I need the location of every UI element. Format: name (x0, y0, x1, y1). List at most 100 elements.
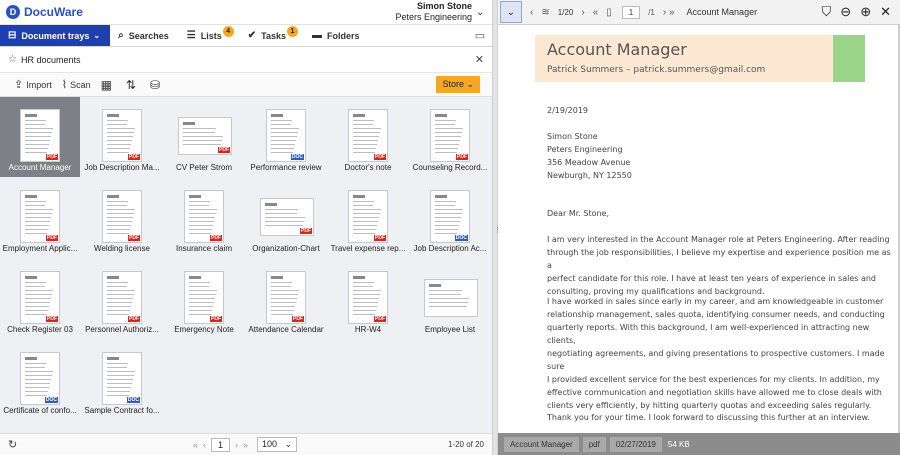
tab-label: Tasks (261, 31, 286, 41)
document-thumbnail[interactable]: DOCCertificate of confo... (0, 340, 80, 420)
document-thumbnail[interactable]: Employee List (410, 259, 490, 339)
preview-line (183, 132, 215, 133)
close-icon[interactable]: ✕ (880, 4, 891, 20)
store-button[interactable]: Store ⌄ (436, 76, 480, 93)
document-label: Insurance claim (164, 244, 244, 253)
preview-line (189, 286, 209, 287)
page-input[interactable]: 1 (622, 6, 640, 19)
page-size-select[interactable]: 100 ⌄ (257, 437, 297, 452)
scan-button[interactable]: ⌇ Scan (62, 78, 91, 91)
document-thumbnail[interactable]: PDFAttendance Calendar (246, 259, 326, 339)
tab-lists[interactable]: ☰Lists4 (179, 25, 232, 46)
zoom-in-icon[interactable]: ⊕ (860, 4, 871, 20)
document-thumbnail[interactable]: DOCSample Contract fo... (82, 340, 162, 420)
document-thumbnail[interactable]: PDFTravel expense rep... (328, 178, 408, 258)
preview-line (271, 314, 293, 315)
document-thumbnail[interactable]: PDFOrganization-Chart (246, 178, 326, 258)
page-number-input[interactable]: 1 (211, 438, 230, 452)
tab-tasks[interactable]: ✔Tasks1 (240, 25, 296, 46)
stamp-icon[interactable]: ⛉ (822, 4, 832, 20)
preview-line (271, 140, 296, 141)
document-thumbnail[interactable]: PDFCheck Register 03 (0, 259, 80, 339)
page-icon[interactable]: ▯ (606, 7, 612, 18)
preview-line (271, 152, 293, 153)
prev-page-icon[interactable]: ‹ (203, 440, 206, 450)
preview-line (353, 152, 375, 153)
document-thumbnail[interactable]: PDFEmergency Note (164, 259, 244, 339)
page-size-value: 100 (262, 439, 277, 449)
grid-view-icon[interactable]: ▦ (101, 78, 112, 92)
pdf-badge: PDF (46, 154, 58, 160)
preview-line (353, 132, 380, 133)
preview-line (435, 140, 460, 141)
pdf-badge: PDF (218, 147, 230, 153)
meta-type[interactable]: pdf (583, 437, 606, 452)
next-page-icon[interactable]: › (235, 440, 238, 450)
preview-heading (107, 276, 119, 279)
refresh-icon[interactable]: ↻ (8, 438, 17, 451)
document-thumbnail[interactable]: PDFJob Description Ma... (82, 97, 162, 177)
first-page-icon[interactable]: « (193, 440, 198, 450)
next-document-icon[interactable]: › (581, 7, 584, 18)
preview-line (25, 144, 49, 145)
document-thumbnail[interactable]: PDFCV Peter Strom (164, 97, 244, 177)
database-icon[interactable]: ⛁ (150, 78, 160, 92)
preview-line (25, 201, 46, 202)
document-thumbnail[interactable]: PDFHR-W4 (328, 259, 408, 339)
next-page-icon[interactable]: › » (663, 7, 675, 18)
close-icon[interactable]: ✕ (475, 53, 484, 66)
document-label: Account Manager (0, 163, 80, 172)
tab-folders[interactable]: ▬Folders (304, 25, 370, 46)
preview-line (353, 124, 373, 125)
pdf-badge: PDF (210, 316, 222, 322)
document-thumbnail[interactable]: DOCPerformance review (246, 97, 326, 177)
zoom-out-icon[interactable]: ⊖ (840, 4, 851, 20)
folder-icon: ▬ (312, 30, 322, 41)
preview-line (107, 209, 135, 210)
document-thumbnail[interactable]: PDFEmployment Applic... (0, 178, 80, 258)
layers-icon[interactable]: ≋ (541, 7, 549, 18)
meta-name[interactable]: Account Manager (504, 437, 579, 452)
letterhead-title: Account Manager (547, 40, 687, 59)
import-button[interactable]: ⇪ Import (14, 78, 52, 91)
document-thumbnail[interactable]: PDFInsurance claim (164, 178, 244, 258)
window-layout-icon[interactable]: ▭ (468, 25, 492, 46)
document-thumbnail[interactable]: PDF Account Manager (0, 97, 80, 177)
document-thumbnail[interactable]: PDFWelding license (82, 178, 162, 258)
preview-line (189, 209, 217, 210)
preview-line (107, 391, 130, 392)
tab-searches[interactable]: ⌕Searches (110, 25, 179, 46)
document-thumbnail[interactable]: PDFDoctor's note (328, 97, 408, 177)
preview-line (435, 148, 458, 149)
preview-line (107, 225, 131, 226)
star-icon[interactable]: ☆ (8, 54, 17, 65)
docuware-logo-icon: D (6, 5, 20, 19)
preview-line (25, 221, 50, 222)
preview-line (107, 379, 133, 380)
document-thumbnail[interactable]: PDFPersonnel Authoriz... (82, 259, 162, 339)
document-preview: PDF (20, 109, 60, 162)
document-counter: 1/20 (558, 8, 574, 17)
sort-icon[interactable]: ⇅ (126, 78, 136, 92)
chevron-down-icon[interactable]: ⌄ (476, 7, 484, 18)
preview-line (25, 229, 48, 230)
document-label: Check Register 03 (0, 325, 80, 334)
meta-date[interactable]: 02/27/2019 (610, 437, 662, 452)
preview-heading (271, 276, 283, 279)
document-thumbnail[interactable]: DOCJob Description Ac... (410, 178, 490, 258)
first-page-icon[interactable]: « (593, 7, 599, 18)
document-label: Attendance Calendar (246, 325, 326, 334)
tab-document-trays[interactable]: ⊟Document trays⌄ (0, 25, 110, 46)
preview-line (353, 302, 378, 303)
collapse-chevron-icon[interactable]: ⌄ (500, 1, 522, 23)
last-page-icon[interactable]: » (243, 440, 248, 450)
user-menu[interactable]: Simon Stone Peters Engineering (395, 1, 472, 23)
document-thumbnail[interactable]: PDFCounseling Record... (410, 97, 490, 177)
prev-document-icon[interactable]: ‹ (530, 7, 533, 18)
preview-line (189, 201, 210, 202)
preview-line (353, 282, 374, 283)
viewer-doc-name: Account Manager (687, 7, 758, 17)
tab-label: Searches (129, 31, 169, 41)
preview-line (265, 213, 297, 214)
preview-line (435, 124, 455, 125)
